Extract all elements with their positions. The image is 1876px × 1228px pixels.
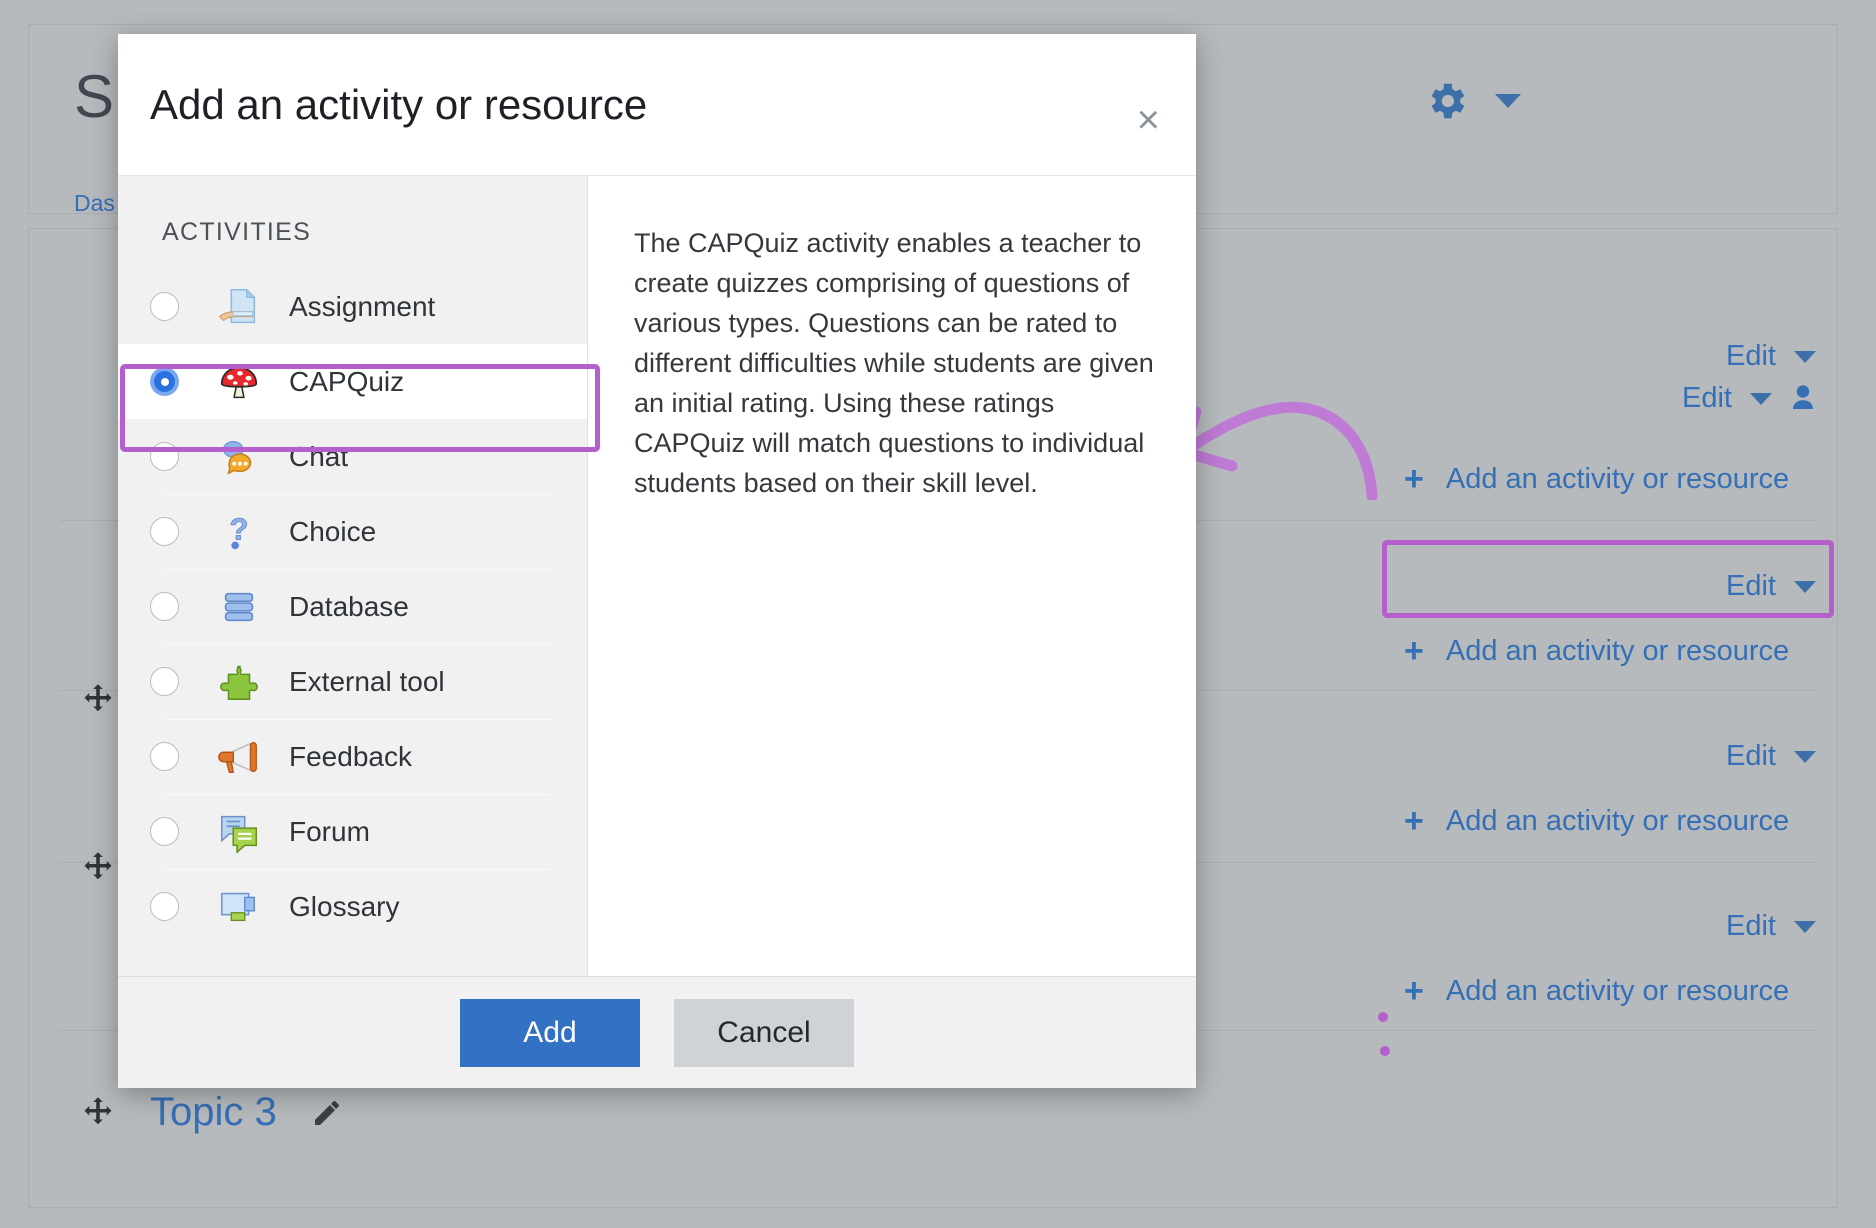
add-activity-label[interactable]: Add an activity or resource xyxy=(1446,635,1789,668)
move-handle-icon[interactable] xyxy=(80,682,116,718)
list-item-label: Choice xyxy=(289,515,377,547)
list-item-label: Assignment xyxy=(289,290,436,322)
activities-list-pane[interactable]: ACTIVITIES Assignment CAPQuiz Chat ? Cho… xyxy=(118,176,588,976)
plus-icon[interactable]: + xyxy=(1404,634,1424,668)
close-icon[interactable]: × xyxy=(1137,100,1160,140)
radio-feedback[interactable] xyxy=(150,742,179,771)
list-item-choice[interactable]: ? Choice xyxy=(118,494,587,569)
radio-forum[interactable] xyxy=(150,817,179,846)
edit-label[interactable]: Edit xyxy=(1682,382,1732,415)
move-handle-row-1[interactable] xyxy=(80,682,116,718)
list-item-assignment[interactable]: Assignment xyxy=(118,269,587,344)
edit-menu-2[interactable]: Edit xyxy=(1682,382,1816,415)
radio-glossary[interactable] xyxy=(150,892,179,921)
topic-title[interactable]: Topic 3 xyxy=(150,1090,277,1135)
activities-list[interactable]: Assignment CAPQuiz Chat ? Choice Databas… xyxy=(118,269,587,944)
edit-label[interactable]: Edit xyxy=(1726,740,1776,773)
modal-header: Add an activity or resource × xyxy=(118,34,1196,176)
move-handle-icon[interactable] xyxy=(80,850,116,886)
list-item-label: CAPQuiz xyxy=(289,365,405,397)
database-icon xyxy=(213,584,265,630)
edit-label[interactable]: Edit xyxy=(1726,340,1776,373)
add-activity-label[interactable]: Add an activity or resource xyxy=(1446,975,1789,1008)
chevron-down-icon[interactable] xyxy=(1794,350,1816,363)
radio-chat[interactable] xyxy=(150,442,179,471)
list-item-forum[interactable]: Forum xyxy=(118,794,587,869)
list-item-label: Glossary xyxy=(289,890,400,922)
edit-menu-5[interactable]: Edit xyxy=(1726,910,1816,943)
add-activity-label[interactable]: Add an activity or resource xyxy=(1446,463,1789,496)
edit-menu-4[interactable]: Edit xyxy=(1726,740,1816,773)
assignment-icon xyxy=(213,284,265,330)
list-item-label: Database xyxy=(289,590,409,622)
chevron-down-icon[interactable] xyxy=(1794,920,1816,933)
cancel-button[interactable]: Cancel xyxy=(674,998,854,1067)
activities-heading: ACTIVITIES xyxy=(162,218,312,246)
list-item-glossary[interactable]: Glossary xyxy=(118,869,587,944)
megaphone-icon xyxy=(213,734,265,780)
radio-capquiz[interactable] xyxy=(150,367,179,396)
chevron-down-icon[interactable] xyxy=(1750,392,1772,405)
forum-icon xyxy=(213,809,265,855)
add-activity-link-4[interactable]: + Add an activity or resource xyxy=(1404,974,1789,1008)
edit-menu-1[interactable]: Edit xyxy=(1726,340,1816,373)
list-item-database[interactable]: Database xyxy=(118,569,587,644)
move-handle-row-2[interactable] xyxy=(80,850,116,886)
add-activity-link-2[interactable]: + Add an activity or resource xyxy=(1404,634,1789,668)
plus-icon[interactable]: + xyxy=(1404,804,1424,838)
course-settings-menu[interactable] xyxy=(1423,78,1521,124)
activity-description: The CAPQuiz activity enables a teacher t… xyxy=(634,228,1154,498)
mushroom-icon xyxy=(213,359,265,405)
modal-body: ACTIVITIES Assignment CAPQuiz Chat ? Cho… xyxy=(118,176,1196,976)
chevron-down-icon[interactable] xyxy=(1495,94,1521,108)
edit-menu-3[interactable]: Edit xyxy=(1726,570,1816,603)
page-title: S xyxy=(74,63,114,130)
glossary-icon xyxy=(213,884,265,930)
add-activity-modal: Add an activity or resource × ACTIVITIES xyxy=(118,34,1196,1088)
list-item-label: Chat xyxy=(289,440,349,472)
radio-assignment[interactable] xyxy=(150,292,179,321)
breadcrumb[interactable]: Das xyxy=(74,190,115,217)
add-activity-link-3[interactable]: + Add an activity or resource xyxy=(1404,804,1789,838)
screen: S Das Edit Edit Edit Edit Edit + Add an … xyxy=(0,0,1876,1228)
radio-database[interactable] xyxy=(150,592,179,621)
chevron-down-icon[interactable] xyxy=(1794,580,1816,593)
list-item-external-tool[interactable]: External tool xyxy=(118,644,587,719)
svg-text:?: ? xyxy=(230,512,249,546)
list-item-label: External tool xyxy=(289,665,445,697)
list-item-chat[interactable]: Chat xyxy=(118,419,587,494)
topic-header-row[interactable]: Topic 3 xyxy=(80,1090,343,1135)
edit-label[interactable]: Edit xyxy=(1726,910,1776,943)
move-handle-icon[interactable] xyxy=(80,1095,116,1131)
edit-label[interactable]: Edit xyxy=(1726,570,1776,603)
list-item-label: Forum xyxy=(289,815,370,847)
add-activity-label[interactable]: Add an activity or resource xyxy=(1446,805,1789,838)
pencil-icon[interactable] xyxy=(311,1097,343,1129)
question-mark-icon: ? xyxy=(213,509,265,555)
gear-icon[interactable] xyxy=(1423,78,1469,124)
list-item-capquiz[interactable]: CAPQuiz xyxy=(118,344,587,419)
modal-footer: Add Cancel xyxy=(118,976,1196,1088)
plus-icon[interactable]: + xyxy=(1404,462,1424,496)
chat-bubbles-icon xyxy=(213,434,265,480)
person-icon[interactable] xyxy=(1790,384,1816,414)
radio-external-tool[interactable] xyxy=(150,667,179,696)
add-activity-link-1[interactable]: + Add an activity or resource xyxy=(1404,462,1789,496)
list-item-label: Feedback xyxy=(289,740,412,772)
activity-description-pane: The CAPQuiz activity enables a teacher t… xyxy=(588,176,1196,976)
plus-icon[interactable]: + xyxy=(1404,974,1424,1008)
list-item-feedback[interactable]: Feedback xyxy=(118,719,587,794)
chevron-down-icon[interactable] xyxy=(1794,750,1816,763)
puzzle-piece-icon xyxy=(213,659,265,705)
radio-choice[interactable] xyxy=(150,517,179,546)
add-button[interactable]: Add xyxy=(460,998,640,1067)
modal-title: Add an activity or resource xyxy=(150,80,648,128)
